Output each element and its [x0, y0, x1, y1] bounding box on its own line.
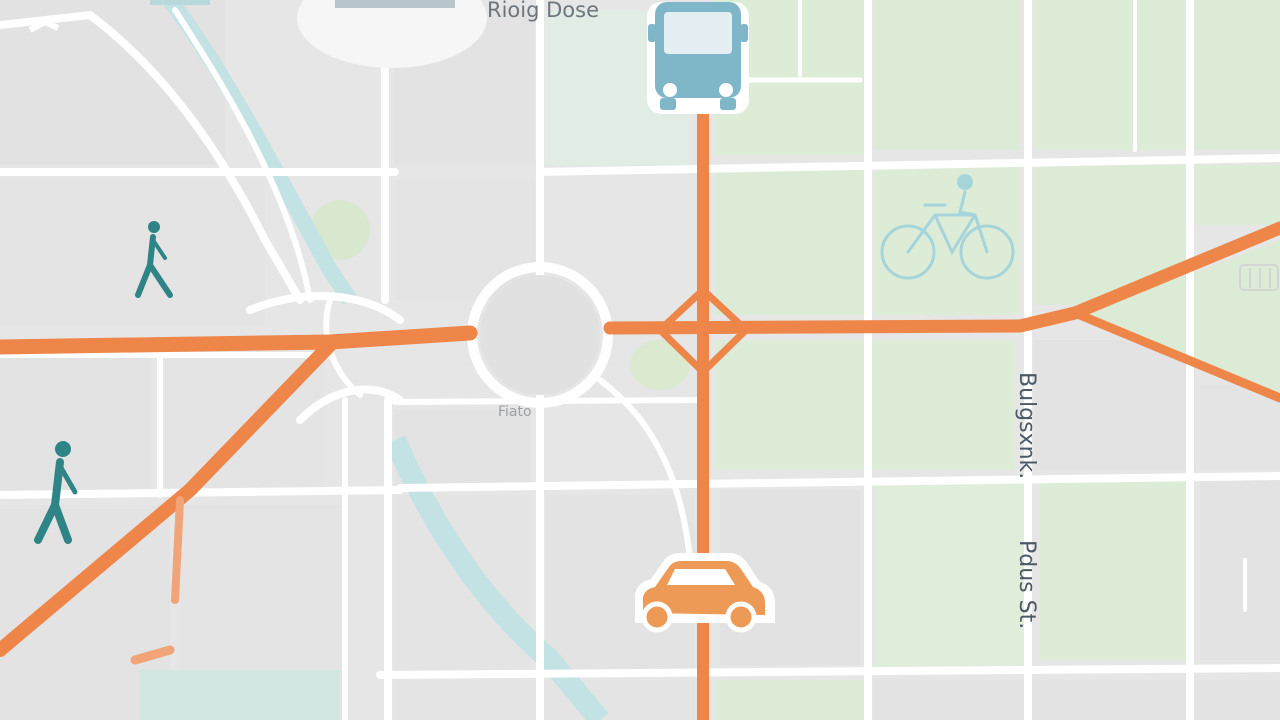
map-canvas[interactable]: Rioig Dose Fiato Bulgsxnk. Pdus St.: [0, 0, 1280, 720]
street-label-bulgsxnk: Bulgsxnk.: [1014, 372, 1039, 479]
map-view[interactable]: Rioig Dose Fiato Bulgsxnk. Pdus St.: [0, 0, 1280, 720]
roundabout-center: [480, 275, 600, 395]
bus-icon[interactable]: [647, 2, 749, 114]
street-label-pdus: Pdus St.: [1014, 540, 1039, 629]
roundabout-label: Fiato: [498, 404, 532, 420]
top-place-label: Rioig Dose: [487, 0, 599, 22]
